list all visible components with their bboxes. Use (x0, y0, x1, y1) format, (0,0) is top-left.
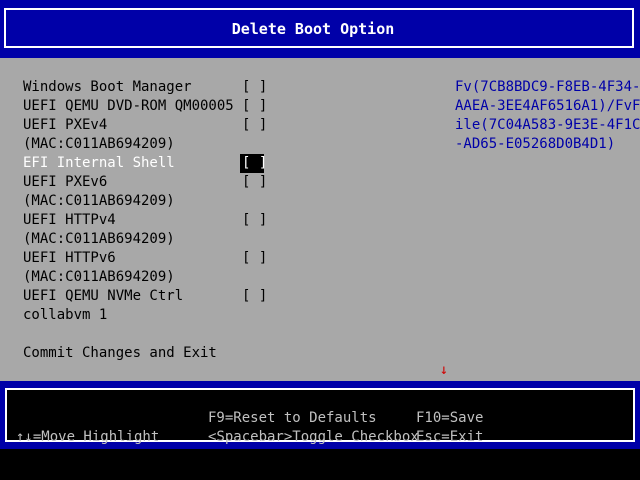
boot-option-uefi-pxev6-mac: (MAC:C011AB694209) (23, 193, 175, 209)
boot-option-windows-boot-manager[interactable]: Windows Boot Manager (23, 78, 192, 97)
footer-toggle-checkbox: <Spacebar>Toggle Checkbox (208, 429, 419, 445)
footer-reset-defaults: F9=Reset to Defaults (208, 410, 377, 426)
checkbox-windows-boot-manager[interactable]: [ ] (242, 78, 267, 97)
form-area: Windows Boot Manager [ ] UEFI QEMU DVD-R… (0, 58, 640, 381)
help-text-line: -AD65-E05268D0B4D1) (455, 136, 616, 152)
boot-option-uefi-pxev4-mac: (MAC:C011AB694209) (23, 136, 175, 152)
title-bar: Delete Boot Option (0, 0, 640, 58)
boot-option-uefi-qemu-nvme[interactable]: UEFI QEMU NVMe Ctrl (23, 287, 183, 306)
footer-save: F10=Save (416, 410, 484, 426)
page-title: Delete Boot Option (231, 20, 395, 38)
checkbox-uefi-httpv4[interactable]: [ ] (242, 211, 267, 230)
help-text-line: AAEA-3EE4AF6516A1)/FvF (455, 98, 640, 114)
boot-option-uefi-httpv4[interactable]: UEFI HTTPv4 (23, 211, 116, 230)
footer-frame: F9=Reset to Defaults F10=Save ↑↓=Move Hi… (5, 388, 635, 445)
boot-option-uefi-httpv6-mac: (MAC:C011AB694209) (23, 269, 175, 285)
boot-option-uefi-qemu-dvd-rom[interactable]: UEFI QEMU DVD-ROM QM00005 (23, 97, 234, 116)
checkbox-uefi-pxev4[interactable]: [ ] (242, 116, 267, 135)
bios-screen: Delete Boot Option Windows Boot Manager … (0, 0, 640, 480)
checkbox-uefi-qemu-dvd-rom[interactable]: [ ] (242, 97, 267, 116)
checkbox-uefi-httpv6[interactable]: [ ] (242, 249, 267, 268)
checkbox-uefi-qemu-nvme[interactable]: [ ] (242, 287, 267, 306)
boot-option-uefi-httpv4-mac: (MAC:C011AB694209) (23, 231, 175, 247)
footer-exit: Esc=Exit (416, 429, 484, 445)
help-text-line: ile(7C04A583-9E3E-4F1C (455, 117, 640, 133)
boot-option-uefi-pxev6[interactable]: UEFI PXEv6 (23, 173, 107, 192)
footer-bar: F9=Reset to Defaults F10=Save ↑↓=Move Hi… (0, 381, 640, 449)
bottom-margin (0, 449, 640, 480)
commit-changes-and-exit[interactable]: Commit Changes and Exit (23, 344, 217, 363)
boot-option-uefi-httpv6[interactable]: UEFI HTTPv6 (23, 249, 116, 268)
boot-option-efi-internal-shell[interactable]: EFI Internal Shell (23, 154, 175, 173)
checkbox-uefi-pxev6[interactable]: [ ] (242, 173, 267, 192)
boot-option-uefi-qemu-nvme-desc: collabvm 1 (23, 307, 108, 323)
checkbox-efi-internal-shell[interactable]: [ ] (240, 154, 267, 173)
footer-move-highlight: ↑↓=Move Highlight (16, 429, 160, 445)
boot-option-uefi-pxev4[interactable]: UEFI PXEv4 (23, 116, 107, 135)
help-text-line: Fv(7CB8BDC9-F8EB-4F34- (455, 79, 640, 95)
scroll-down-arrow-icon[interactable]: ↓ (438, 361, 450, 380)
